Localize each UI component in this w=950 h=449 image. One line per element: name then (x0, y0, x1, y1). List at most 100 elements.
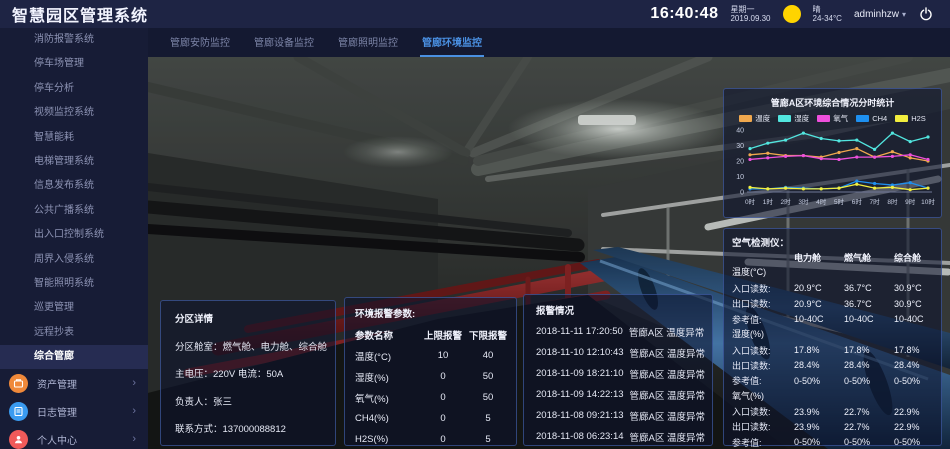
sidebar-item-log-mgmt[interactable]: 日志管理 › (0, 397, 148, 425)
svg-text:5时: 5时 (834, 197, 845, 206)
legend-label: 温度 (755, 113, 770, 124)
col-utility-cabin: 综合舱 (894, 251, 943, 264)
username: adminhzw (854, 9, 899, 20)
legend-label: CH4 (872, 114, 887, 123)
svg-text:0: 0 (740, 190, 744, 197)
user-icon (9, 430, 28, 449)
sidebar-item-utility-tunnel[interactable]: 综合管廊 (0, 345, 148, 369)
sidebar-item-public-broadcast[interactable]: 公共广播系统 (0, 199, 148, 223)
air-group-oxygen: 氧气(%) (732, 389, 933, 404)
env-analysis-chart-panel: 管廊A区环境综合情况分时统计 温度 湿度 氧气 CH4 H2S 01020304… (723, 88, 942, 218)
svg-text:20: 20 (736, 159, 744, 166)
alarm-list-title: 报警情况 (536, 303, 700, 321)
list-item: 2018-11-11 17:20:50管廊A区 温度异常 (536, 321, 700, 342)
header-right-cluster: 16:40:48 星期一 2019.09.30 晴 24-34°C adminh… (650, 5, 950, 23)
legend-item-ch4: CH4 (856, 113, 887, 124)
zone-manager: 负责人：张三 (175, 394, 321, 408)
chevron-right-icon: › (132, 377, 136, 389)
col-gas-cabin: 燃气舱 (844, 251, 894, 264)
tab-bar: 管廊安防监控 管廊设备监控 管廊照明监控 管廊环境监控 (148, 28, 950, 57)
svg-text:7时: 7时 (870, 197, 881, 206)
table-row: 出口读数:28.4%28.4%28.4% (732, 358, 933, 373)
sidebar-item-label: 日志管理 (37, 404, 77, 419)
table-row: 湿度(%)050 (355, 366, 506, 387)
svg-text:1时: 1时 (763, 197, 774, 206)
svg-text:8时: 8时 (887, 197, 898, 206)
table-row: 参考值:10-40C10-40C10-40C (732, 312, 933, 327)
svg-text:0时: 0时 (745, 197, 756, 206)
alarm-params-title: 环境报警参数: (355, 306, 506, 324)
user-menu[interactable]: adminhzw ▾ (854, 9, 906, 20)
legend-swatch (895, 115, 908, 122)
sidebar-item-access-control[interactable]: 出入口控制系统 (0, 223, 148, 247)
sidebar: 消防报警系统 停车场管理 停车分析 视频监控系统 智慧能耗 电梯管理系统 信息发… (0, 28, 148, 449)
power-button[interactable] (918, 6, 934, 22)
svg-text:3时: 3时 (798, 197, 809, 206)
list-item: 2018-11-09 18:21:10管廊A区 温度异常 (536, 363, 700, 384)
sidebar-item-asset-mgmt[interactable]: 资产管理 › (0, 369, 148, 397)
svg-text:6时: 6时 (852, 197, 863, 206)
log-icon (9, 402, 28, 421)
zone-cabins: 分区舱室：燃气舱、电力舱、综合舱 (175, 339, 321, 353)
table-row: 氧气(%)050 (355, 387, 506, 408)
list-item: 2018-11-08 09:21:13管廊A区 温度异常 (536, 405, 700, 426)
list-item: 2018-11-10 12:10:43管廊A区 温度异常 (536, 342, 700, 363)
tab-environment-monitoring[interactable]: 管廊环境监控 (420, 28, 484, 57)
sidebar-item-patrol-mgmt[interactable]: 巡更管理 (0, 296, 148, 320)
legend-swatch (856, 115, 869, 122)
sidebar-item-parking-mgmt[interactable]: 停车场管理 (0, 52, 148, 76)
main-view: 管廊A区环境综合情况分时统计 温度 湿度 氧气 CH4 H2S 01020304… (148, 57, 950, 449)
air-group-humidity: 湿度(%) (732, 327, 933, 342)
svg-text:9时: 9时 (905, 197, 916, 206)
svg-text:2时: 2时 (781, 197, 792, 206)
table-row: H2S(%)05 (355, 429, 506, 449)
chevron-down-icon: ▾ (902, 10, 906, 19)
table-row: 入口读数:20.9°C36.7°C30.9°C (732, 281, 933, 296)
sidebar-item-parking-analysis[interactable]: 停车分析 (0, 77, 148, 101)
sidebar-item-fire-alarm[interactable]: 消防报警系统 (0, 28, 148, 52)
table-row: 入口读数:23.9%22.7%22.9% (732, 404, 933, 419)
temp-range: 24-34°C (813, 14, 842, 23)
sidebar-item-smart-energy[interactable]: 智慧能耗 (0, 126, 148, 150)
sidebar-item-perimeter-intrusion[interactable]: 周界入侵系统 (0, 248, 148, 272)
table-row: 参考值:0-50%0-50%0-50% (732, 435, 933, 449)
top-header: 智慧园区管理系统 16:40:48 星期一 2019.09.30 晴 24-34… (0, 0, 950, 28)
table-row: 出口读数:20.9°C36.7°C30.9°C (732, 296, 933, 311)
tab-equipment-monitoring[interactable]: 管廊设备监控 (252, 28, 316, 57)
air-table-header: 电力舱 燃气舱 综合舱 (732, 250, 933, 265)
sidebar-item-label: 个人中心 (37, 432, 77, 447)
sidebar-item-smart-lighting[interactable]: 智能照明系统 (0, 272, 148, 296)
sidebar-item-elevator[interactable]: 电梯管理系统 (0, 150, 148, 174)
table-row: 出口读数:23.9%22.7%22.9% (732, 419, 933, 434)
sidebar-item-info-publish[interactable]: 信息发布系统 (0, 174, 148, 198)
list-item: 2018-11-08 06:23:14管廊A区 温度异常 (536, 426, 700, 447)
svg-text:4时: 4时 (816, 197, 827, 206)
zone-voltage-current: 主电压：220V 电流：50A (175, 366, 321, 380)
svg-text:10时: 10时 (921, 197, 935, 206)
tab-lighting-monitoring[interactable]: 管廊照明监控 (336, 28, 400, 57)
legend-item-temperature: 温度 (739, 113, 770, 124)
legend-label: H2S (911, 114, 926, 123)
weather-block: 晴 24-34°C (813, 5, 842, 23)
env-line-chart: 0102030400时1时2时3时4时5时6时7时8时9时10时 (730, 124, 935, 212)
table-row: 温度(°C)1040 (355, 345, 506, 366)
list-item: 2018-11-09 14:22:13管廊A区 温度异常 (536, 384, 700, 405)
sidebar-item-label: 资产管理 (37, 376, 77, 391)
chart-title: 管廊A区环境综合情况分时统计 (730, 94, 935, 109)
sidebar-item-video-surveillance[interactable]: 视频监控系统 (0, 101, 148, 125)
table-row: 入口读数:17.8%17.8%17.8% (732, 342, 933, 357)
tab-security-monitoring[interactable]: 管廊安防监控 (168, 28, 232, 57)
legend-item-humidity: 湿度 (778, 113, 809, 124)
legend-item-oxygen: 氧气 (817, 113, 848, 124)
svg-text:30: 30 (736, 143, 744, 150)
app-title: 智慧园区管理系统 (0, 2, 300, 26)
legend-label: 湿度 (794, 113, 809, 124)
table-header-row: 参数名称上限报警下限报警 (355, 324, 506, 345)
app-root: 智慧园区管理系统 16:40:48 星期一 2019.09.30 晴 24-34… (0, 0, 950, 449)
sidebar-item-personal-center[interactable]: 个人中心 › (0, 425, 148, 449)
sidebar-item-remote-meter[interactable]: 远程抄表 (0, 321, 148, 345)
svg-text:40: 40 (736, 128, 744, 135)
chart-legend: 温度 湿度 氧气 CH4 H2S (730, 113, 935, 124)
zone-detail-panel: 分区详情 分区舱室：燃气舱、电力舱、综合舱 主电压：220V 电流：50A 负责… (160, 300, 336, 446)
asset-icon (9, 374, 28, 393)
